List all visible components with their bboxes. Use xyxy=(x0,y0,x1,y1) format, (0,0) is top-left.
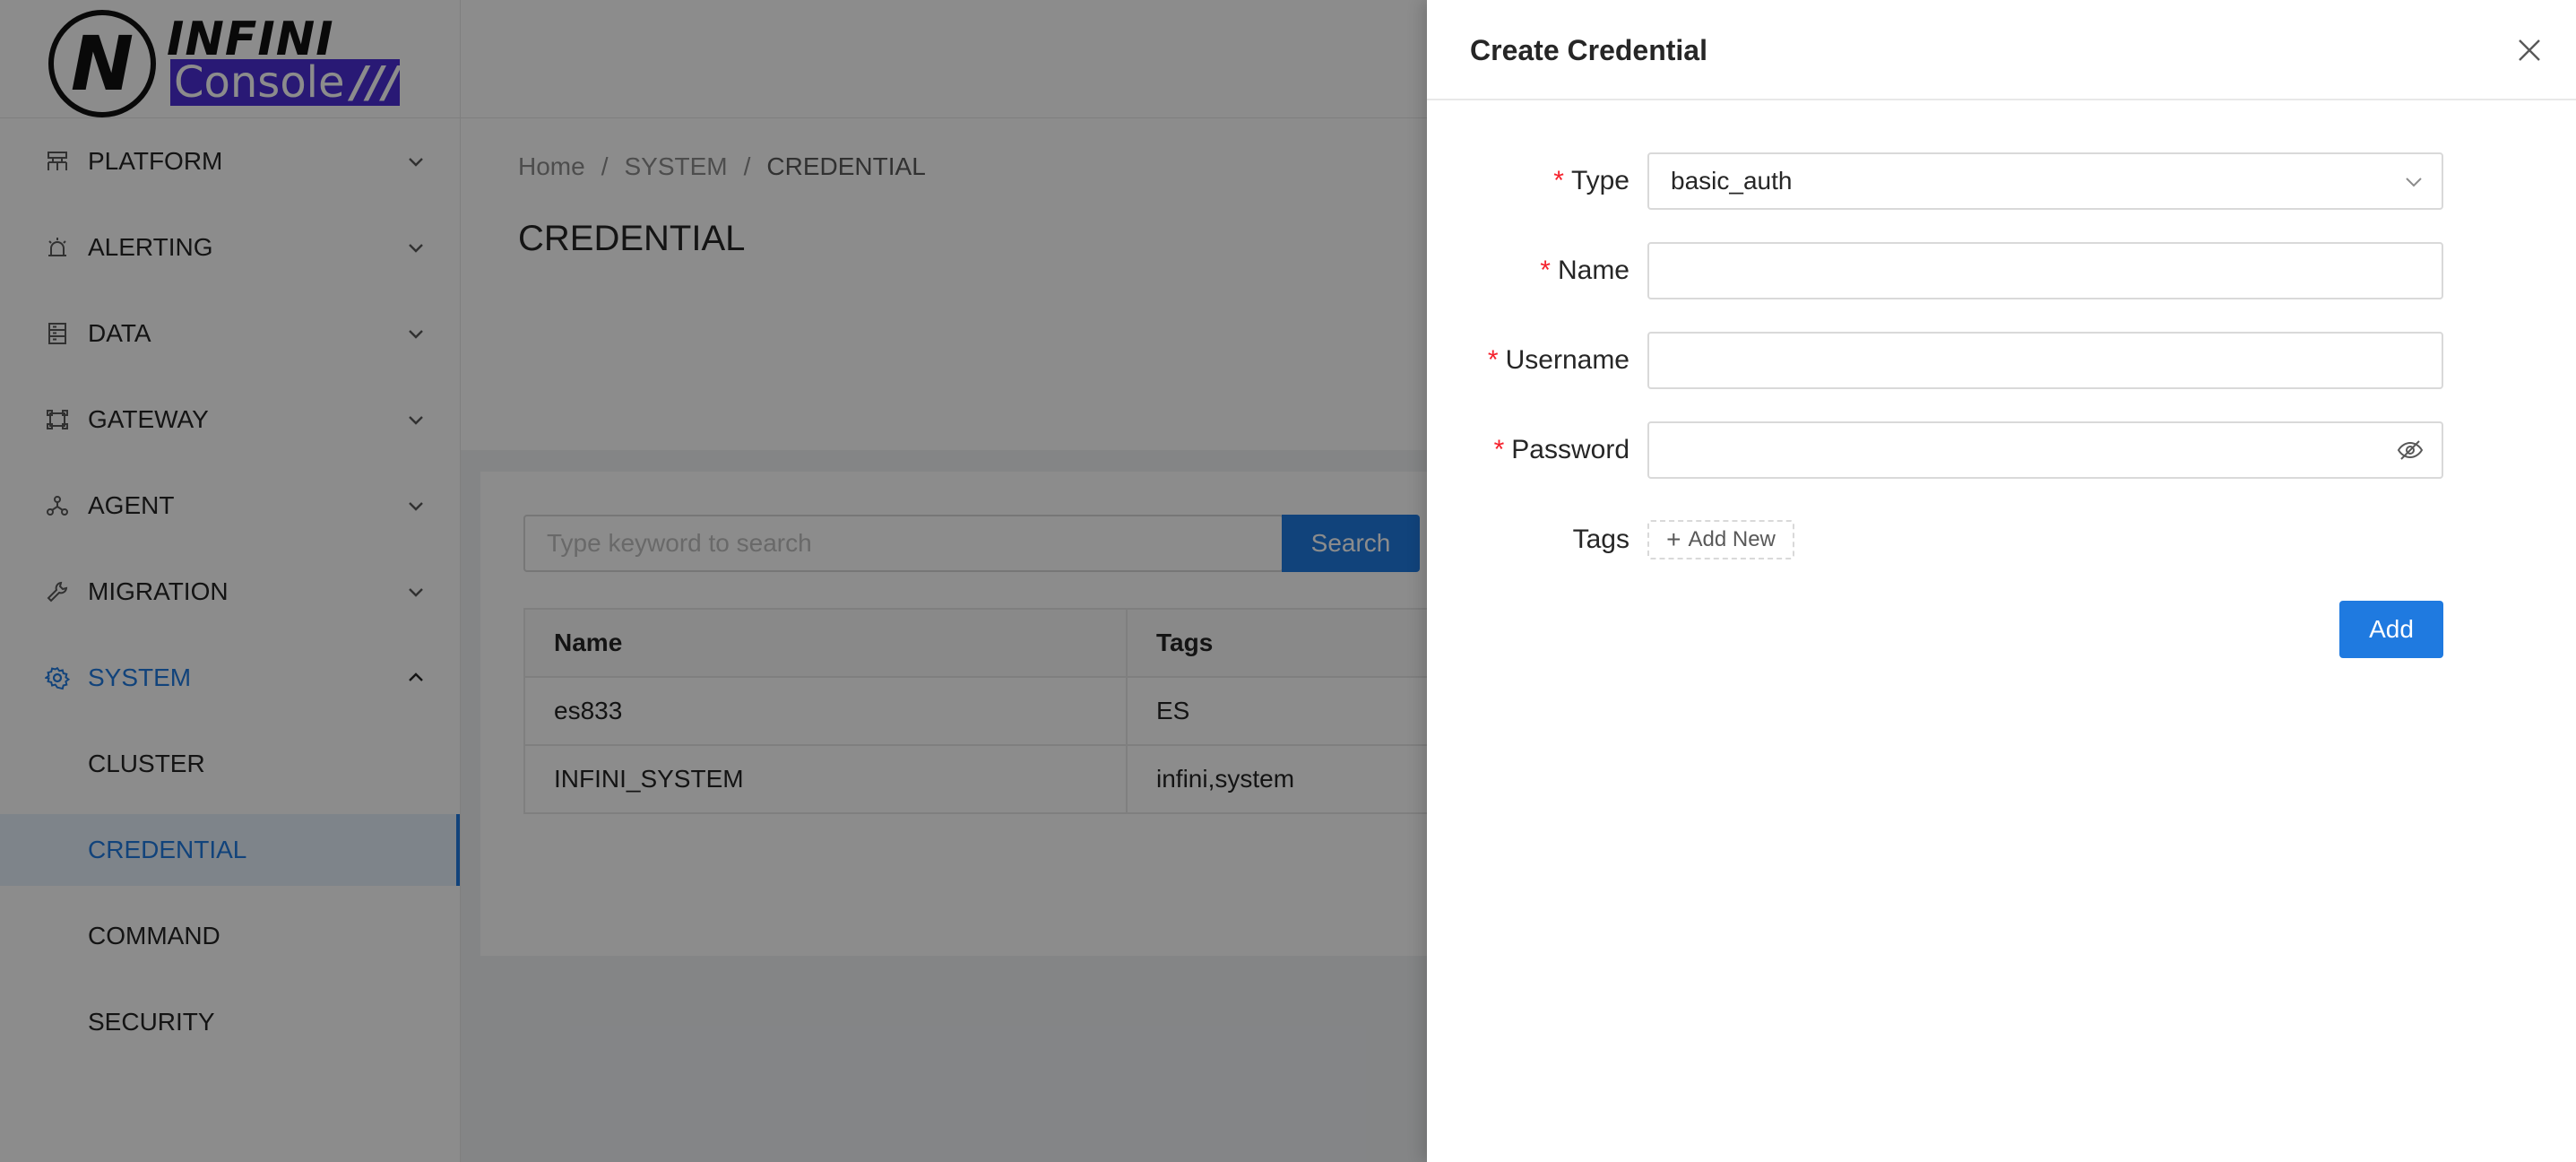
username-label: * Username xyxy=(1427,332,1629,389)
password-label: * Password xyxy=(1427,421,1629,479)
required-mark: * xyxy=(1493,435,1505,464)
type-label: * Type xyxy=(1427,152,1629,210)
close-icon[interactable] xyxy=(2515,36,2544,65)
type-select-value: basic_auth xyxy=(1671,167,1793,195)
required-mark: * xyxy=(1553,166,1564,195)
name-label-text: Name xyxy=(1557,256,1629,285)
create-credential-drawer: Create Credential * Type basic_auth * Name… xyxy=(1427,0,2576,1162)
form-row-username: * Username xyxy=(1427,332,2576,389)
required-mark: * xyxy=(1487,345,1499,375)
form-row-name: * Name xyxy=(1427,242,2576,299)
username-field[interactable] xyxy=(1647,332,2443,389)
username-label-text: Username xyxy=(1505,345,1629,375)
drawer-header: Create Credential xyxy=(1427,0,2576,100)
password-field[interactable] xyxy=(1647,421,2443,479)
form-row-type: * Type basic_auth xyxy=(1427,152,2576,210)
type-label-text: Type xyxy=(1570,166,1629,195)
tags-label: Tags xyxy=(1572,525,1629,554)
type-select[interactable]: basic_auth xyxy=(1647,152,2443,210)
add-button[interactable]: Add xyxy=(2339,601,2443,658)
plus-icon: + xyxy=(1666,525,1681,553)
password-label-text: Password xyxy=(1511,435,1629,464)
add-new-tag-label: Add New xyxy=(1688,527,1776,551)
drawer-title: Create Credential xyxy=(1470,34,1707,66)
form-row-password: * Password xyxy=(1427,421,2576,479)
name-label: * Name xyxy=(1427,242,1629,299)
name-field[interactable] xyxy=(1647,242,2443,299)
form-row-tags: Tags + Add New xyxy=(1427,511,2576,568)
required-mark: * xyxy=(1540,256,1551,285)
chevron-down-icon xyxy=(2406,178,2422,187)
add-new-tag-button[interactable]: + Add New xyxy=(1647,520,1794,559)
eye-invisible-icon[interactable] xyxy=(2397,438,2424,462)
